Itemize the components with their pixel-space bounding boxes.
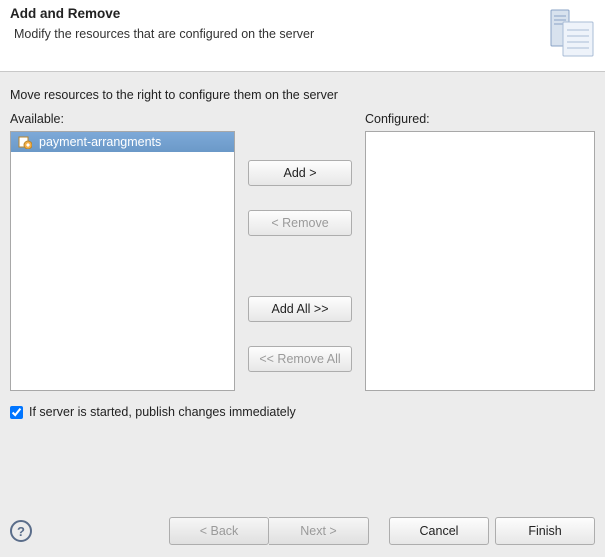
dialog-header: Add and Remove Modify the resources that… <box>0 0 605 72</box>
list-item-label: payment-arrangments <box>39 135 161 149</box>
dialog-title: Add and Remove <box>10 6 595 21</box>
add-all-button[interactable]: Add All >> <box>248 296 352 322</box>
module-icon <box>17 134 33 150</box>
publish-checkbox-label: If server is started, publish changes im… <box>29 405 296 419</box>
remove-button[interactable]: < Remove <box>248 210 352 236</box>
available-label: Available: <box>10 112 235 126</box>
add-button[interactable]: Add > <box>248 160 352 186</box>
instruction-text: Move resources to the right to configure… <box>10 88 595 102</box>
configured-label: Configured: <box>365 112 595 126</box>
publish-checkbox[interactable] <box>10 406 23 419</box>
available-list[interactable]: payment-arrangments <box>10 131 235 391</box>
dialog-body: Move resources to the right to configure… <box>0 72 605 419</box>
next-button[interactable]: Next > <box>269 517 369 545</box>
list-item[interactable]: payment-arrangments <box>11 132 234 152</box>
help-button[interactable]: ? <box>10 520 32 542</box>
remove-all-button[interactable]: << Remove All <box>248 346 352 372</box>
server-icon <box>547 6 597 60</box>
finish-button[interactable]: Finish <box>495 517 595 545</box>
dialog-subtitle: Modify the resources that are configured… <box>14 27 595 41</box>
back-button[interactable]: < Back <box>169 517 269 545</box>
cancel-button[interactable]: Cancel <box>389 517 489 545</box>
configured-list[interactable] <box>365 131 595 391</box>
dialog-footer: ? < Back Next > Cancel Finish <box>0 505 605 557</box>
